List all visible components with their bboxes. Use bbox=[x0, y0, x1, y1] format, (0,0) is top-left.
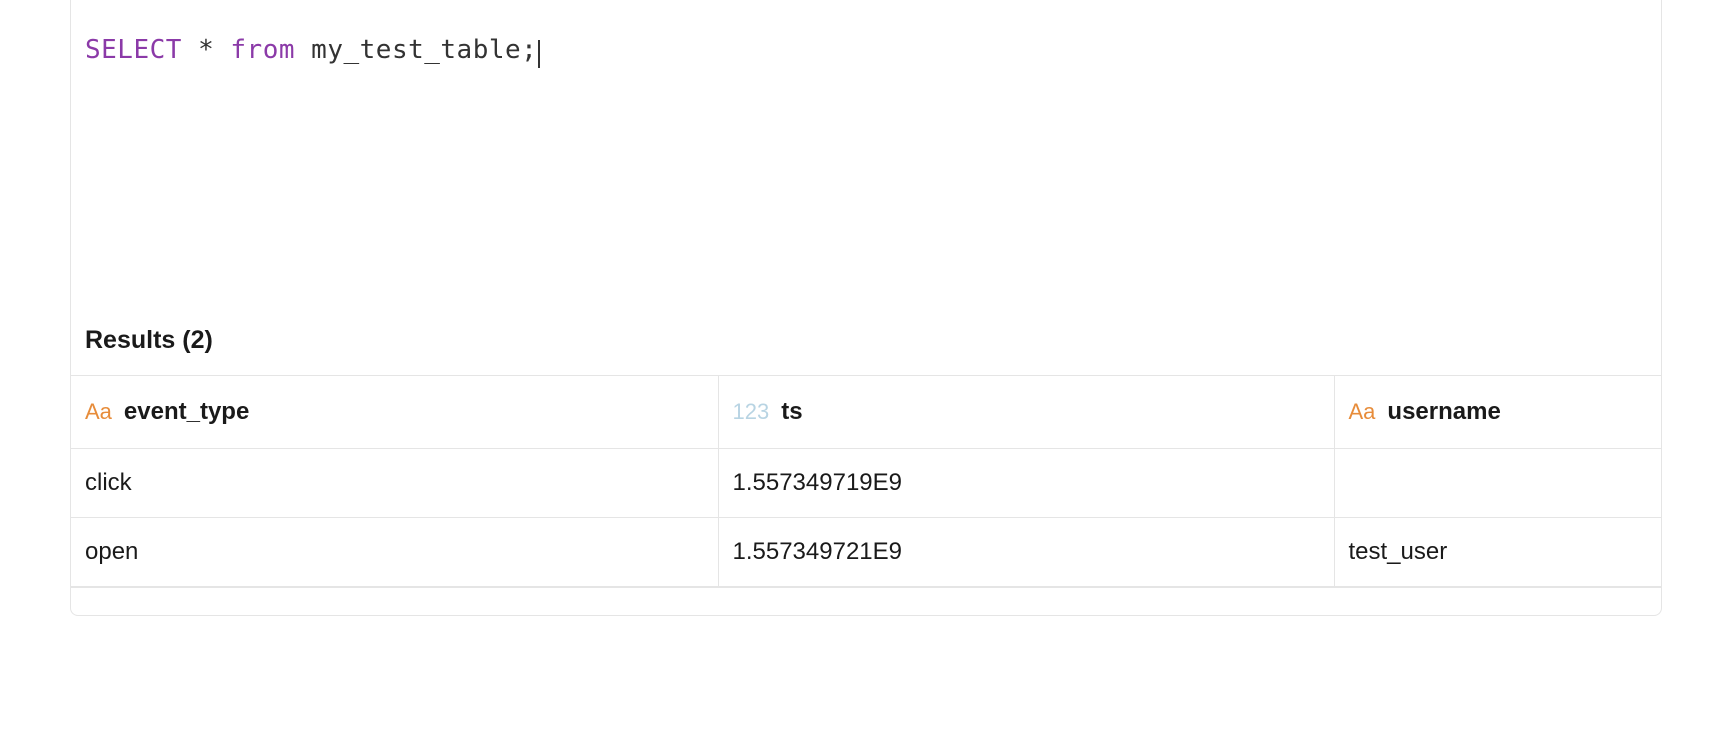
keyword-from: from bbox=[230, 35, 295, 65]
column-name: username bbox=[1387, 398, 1500, 425]
string-type-icon: Aa bbox=[1349, 399, 1376, 425]
cell-ts: 1.557349721E9 bbox=[718, 518, 1334, 587]
identifier-table: my_test_table bbox=[311, 35, 521, 65]
cell-event-type: click bbox=[71, 449, 718, 518]
column-name: ts bbox=[781, 398, 802, 425]
sql-editor[interactable]: SELECT * from my_test_table; bbox=[71, 0, 1661, 310]
cell-username bbox=[1334, 449, 1661, 518]
sql-panel: SELECT * from my_test_table; Results (2)… bbox=[70, 0, 1662, 616]
column-header-event-type[interactable]: Aa event_type bbox=[71, 376, 718, 449]
code-line: SELECT * from my_test_table; bbox=[85, 32, 1647, 68]
table-header-row: Aa event_type 123 ts Aa username bbox=[71, 376, 1661, 449]
cell-username: test_user bbox=[1334, 518, 1661, 587]
table-row[interactable]: click 1.557349719E9 bbox=[71, 449, 1661, 518]
bottom-spacer bbox=[71, 587, 1661, 615]
column-header-username[interactable]: Aa username bbox=[1334, 376, 1661, 449]
table-row[interactable]: open 1.557349721E9 test_user bbox=[71, 518, 1661, 587]
keyword-select: SELECT bbox=[85, 35, 182, 65]
cell-event-type: open bbox=[71, 518, 718, 587]
semicolon: ; bbox=[521, 35, 537, 65]
column-header-ts[interactable]: 123 ts bbox=[718, 376, 1334, 449]
string-type-icon: Aa bbox=[85, 399, 112, 425]
text-cursor bbox=[538, 40, 540, 68]
cell-ts: 1.557349719E9 bbox=[718, 449, 1334, 518]
results-header: Results (2) bbox=[71, 310, 1661, 375]
number-type-icon: 123 bbox=[733, 399, 770, 425]
results-table: Aa event_type 123 ts Aa username click 1.55… bbox=[71, 375, 1661, 587]
operator-star: * bbox=[198, 35, 214, 65]
column-name: event_type bbox=[124, 398, 249, 425]
